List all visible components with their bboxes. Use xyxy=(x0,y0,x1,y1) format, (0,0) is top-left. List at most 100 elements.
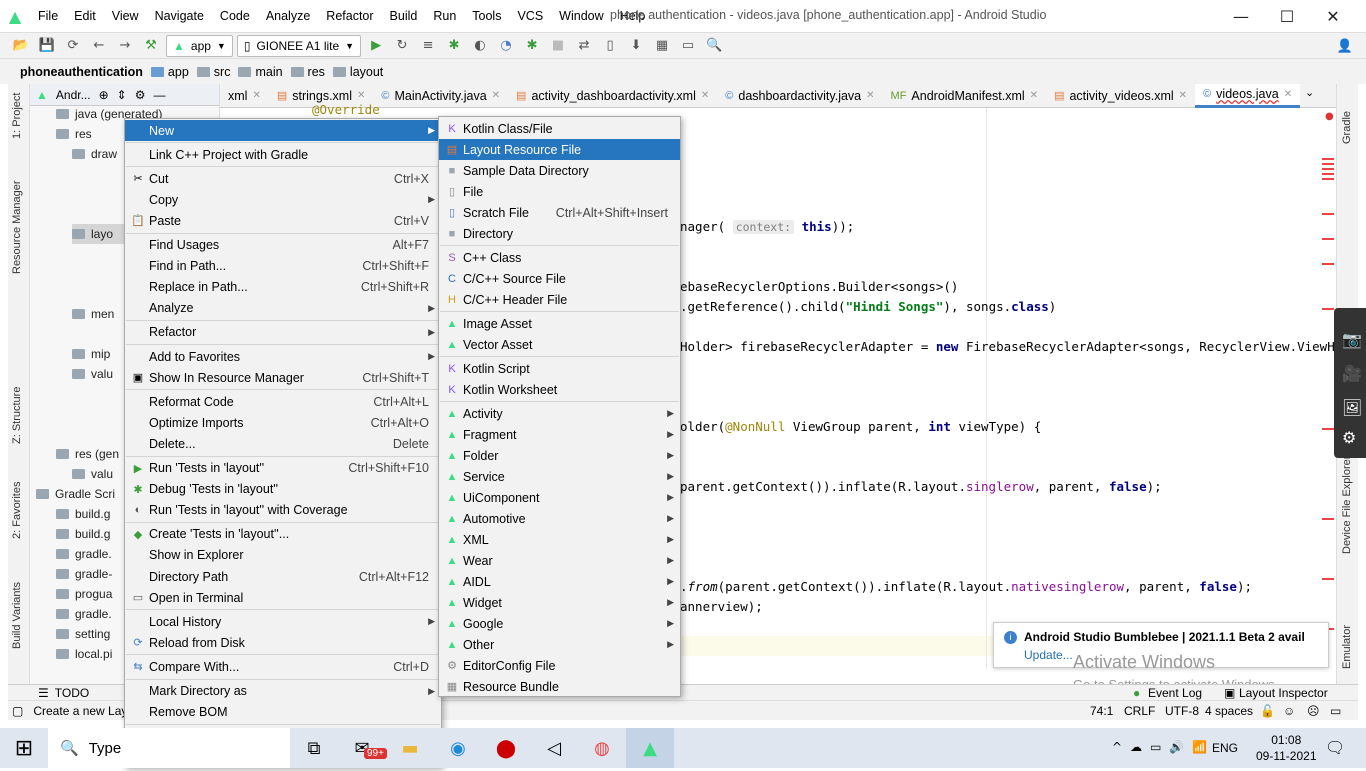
menu-analyze[interactable]: Analyze xyxy=(258,9,318,23)
menu-item-folder[interactable]: ▲ Folder ▶ xyxy=(439,445,680,466)
tool-window-emulator[interactable]: Emulator xyxy=(1341,625,1353,669)
layout-inspector-tab[interactable]: Layout Inspector xyxy=(1239,686,1328,700)
tree-item[interactable]: build.g xyxy=(56,504,110,524)
tool-window-build-variants[interactable]: Build Variants xyxy=(11,582,23,649)
menu-item-run-tests-in-layout-with-coverage[interactable]: ◐ Run 'Tests in 'layout'' with Coverage xyxy=(125,500,441,521)
menu-tools[interactable]: Tools xyxy=(464,9,509,23)
language-indicator[interactable]: ENG xyxy=(1212,741,1238,755)
gear-icon[interactable]: ⚙ xyxy=(1342,428,1356,447)
tabs-overflow-chevron-down-icon[interactable]: ⌄ xyxy=(1305,86,1314,99)
tool-window-structure[interactable]: Z: Structure xyxy=(11,387,23,444)
menu-vcs[interactable]: VCS xyxy=(509,9,551,23)
tree-item[interactable]: build.g xyxy=(56,524,110,544)
chevron-up-icon[interactable]: ^ xyxy=(1112,740,1122,754)
search-icon[interactable]: 🔍 xyxy=(703,35,725,57)
collapse-icon[interactable]: ⇕ xyxy=(117,88,127,102)
debug-icon[interactable]: ✱ xyxy=(443,35,465,57)
tab-mainactivity-java[interactable]: © MainActivity.java ✕ xyxy=(373,84,508,108)
update-link[interactable]: Update... xyxy=(1024,648,1073,662)
menu-item-run-tests-in-layout[interactable]: ▶ Run 'Tests in 'layout'' Ctrl+Shift+F10 xyxy=(125,458,441,479)
breadcrumb-item[interactable]: main xyxy=(238,65,283,79)
menu-navigate[interactable]: Navigate xyxy=(147,9,212,23)
gear-icon[interactable]: ⚙ xyxy=(135,88,146,102)
close-tab-icon[interactable]: ✕ xyxy=(1284,89,1292,100)
feedback-icon[interactable]: ☹ xyxy=(1307,704,1320,718)
chrome-icon[interactable]: ◍ xyxy=(578,728,626,768)
menu-item-vector-asset[interactable]: ▲ Vector Asset xyxy=(439,334,680,355)
indent-setting[interactable]: 4 spaces xyxy=(1205,704,1253,718)
menu-item-show-in-resource-manager[interactable]: ▣ Show In Resource Manager Ctrl+Shift+T xyxy=(125,367,441,388)
menu-item-google[interactable]: ▲ Google ▶ xyxy=(439,613,680,634)
menu-item-xml[interactable]: ▲ XML ▶ xyxy=(439,529,680,550)
edge-icon[interactable]: ◉ xyxy=(434,728,482,768)
task-view-icon[interactable]: ⧉ xyxy=(290,728,338,768)
breadcrumb-item[interactable]: src xyxy=(196,65,230,79)
maximize-button[interactable]: ☐ xyxy=(1264,0,1310,32)
menu-view[interactable]: View xyxy=(104,9,147,23)
menu-build[interactable]: Build xyxy=(382,9,426,23)
todo-tab[interactable]: TODO xyxy=(55,686,89,700)
tree-item[interactable]: gradle- xyxy=(56,564,112,584)
menu-item-file[interactable]: ▯ File xyxy=(439,181,680,202)
menu-item-local-history[interactable]: Local History ▶ xyxy=(125,611,441,632)
menu-item-widget[interactable]: ▲ Widget ▶ xyxy=(439,592,680,613)
mail-icon[interactable]: ✉ 99+ xyxy=(338,728,387,768)
close-button[interactable]: ✕ xyxy=(1310,0,1356,32)
menu-file[interactable]: File xyxy=(30,9,66,23)
tree-item[interactable]: valu xyxy=(72,364,113,384)
menu-item-refactor[interactable]: Refactor ▶ xyxy=(125,322,441,343)
line-separator[interactable]: CRLF xyxy=(1124,704,1155,718)
menu-item-open-in-terminal[interactable]: ▭ Open in Terminal xyxy=(125,587,441,608)
hide-icon[interactable]: — xyxy=(153,88,165,102)
menu-item-directory-path[interactable]: Directory Path Ctrl+Alt+F12 xyxy=(125,566,441,587)
breadcrumb-item[interactable]: app xyxy=(150,65,189,79)
menu-edit[interactable]: Edit xyxy=(66,9,104,23)
cloud-icon[interactable]: ☁ xyxy=(1130,740,1142,754)
menu-item-cut[interactable]: ✂ Cut Ctrl+X xyxy=(125,168,441,189)
coverage-icon[interactable]: ◐ xyxy=(469,35,491,57)
menu-item-automotive[interactable]: ▲ Automotive ▶ xyxy=(439,508,680,529)
event-log-tab[interactable]: Event Log xyxy=(1148,686,1202,700)
tree-item[interactable]: mip xyxy=(72,344,110,364)
close-tab-icon[interactable]: ✕ xyxy=(1179,90,1187,101)
close-tab-icon[interactable]: ✕ xyxy=(357,90,365,101)
menu-item-remove-bom[interactable]: Remove BOM xyxy=(125,702,441,723)
menu-item-other[interactable]: ▲ Other ▶ xyxy=(439,634,680,655)
breadcrumb-item[interactable]: layout xyxy=(332,65,383,79)
project-view-select[interactable]: Andr... xyxy=(56,88,91,102)
visual-studio-icon[interactable]: ◁ xyxy=(530,728,578,768)
tree-item[interactable]: valu xyxy=(72,464,113,484)
menu-item-c-c-source-file[interactable]: C C/C++ Source File xyxy=(439,268,680,289)
tree-item[interactable]: gradle. xyxy=(56,604,112,624)
tree-item[interactable]: progua xyxy=(56,584,112,604)
menu-item-new[interactable]: New ▶ xyxy=(125,120,441,141)
attach-debugger-icon[interactable]: ✱ xyxy=(521,35,543,57)
file-encoding[interactable]: UTF-8 xyxy=(1165,704,1199,718)
volume-icon[interactable]: 🔊 xyxy=(1169,740,1184,754)
menu-item-c-c-header-file[interactable]: H C/C++ Header File xyxy=(439,289,680,310)
open-folder-icon[interactable]: 📂 xyxy=(10,35,32,57)
stop-icon[interactable]: ■ xyxy=(547,35,569,57)
tree-item[interactable]: res xyxy=(56,124,92,144)
tab-androidmanifest-xml[interactable]: MF AndroidManifest.xml ✕ xyxy=(883,84,1047,108)
menu-item-sample-data-directory[interactable]: ■ Sample Data Directory xyxy=(439,160,680,181)
menu-item-link-c-project-with-gradle[interactable]: Link C++ Project with Gradle xyxy=(125,144,441,165)
menu-item-copy[interactable]: Copy ▶ xyxy=(125,189,441,210)
menu-item-add-to-favorites[interactable]: Add to Favorites ▶ xyxy=(125,346,441,367)
project-structure-icon[interactable]: ▦ xyxy=(651,35,673,57)
lock-icon[interactable]: 🔓 xyxy=(1260,704,1275,718)
tree-item[interactable]: local.pi xyxy=(56,644,112,664)
record-icon[interactable]: ⬤ xyxy=(482,728,530,768)
status-toggle-icon[interactable]: ▢ xyxy=(12,704,23,718)
menu-item-analyze[interactable]: Analyze ▶ xyxy=(125,298,441,319)
menu-item-reformat-code[interactable]: Reformat Code Ctrl+Alt+L xyxy=(125,391,441,412)
menu-item-c-class[interactable]: S C++ Class xyxy=(439,247,680,268)
menu-item-resource-bundle[interactable]: ▦ Resource Bundle xyxy=(439,676,680,697)
forward-icon[interactable]: → xyxy=(114,35,136,57)
menu-item-kotlin-script[interactable]: K Kotlin Script xyxy=(439,358,680,379)
sync-icon[interactable]: ⟳ xyxy=(62,35,84,57)
menu-item-kotlin-worksheet[interactable]: K Kotlin Worksheet xyxy=(439,379,680,400)
gallery-icon[interactable]: 🖼 xyxy=(1342,398,1362,417)
close-tab-icon[interactable]: ✕ xyxy=(1030,90,1038,101)
menu-item-compare-with[interactable]: ⇆ Compare With... Ctrl+D xyxy=(125,656,441,677)
